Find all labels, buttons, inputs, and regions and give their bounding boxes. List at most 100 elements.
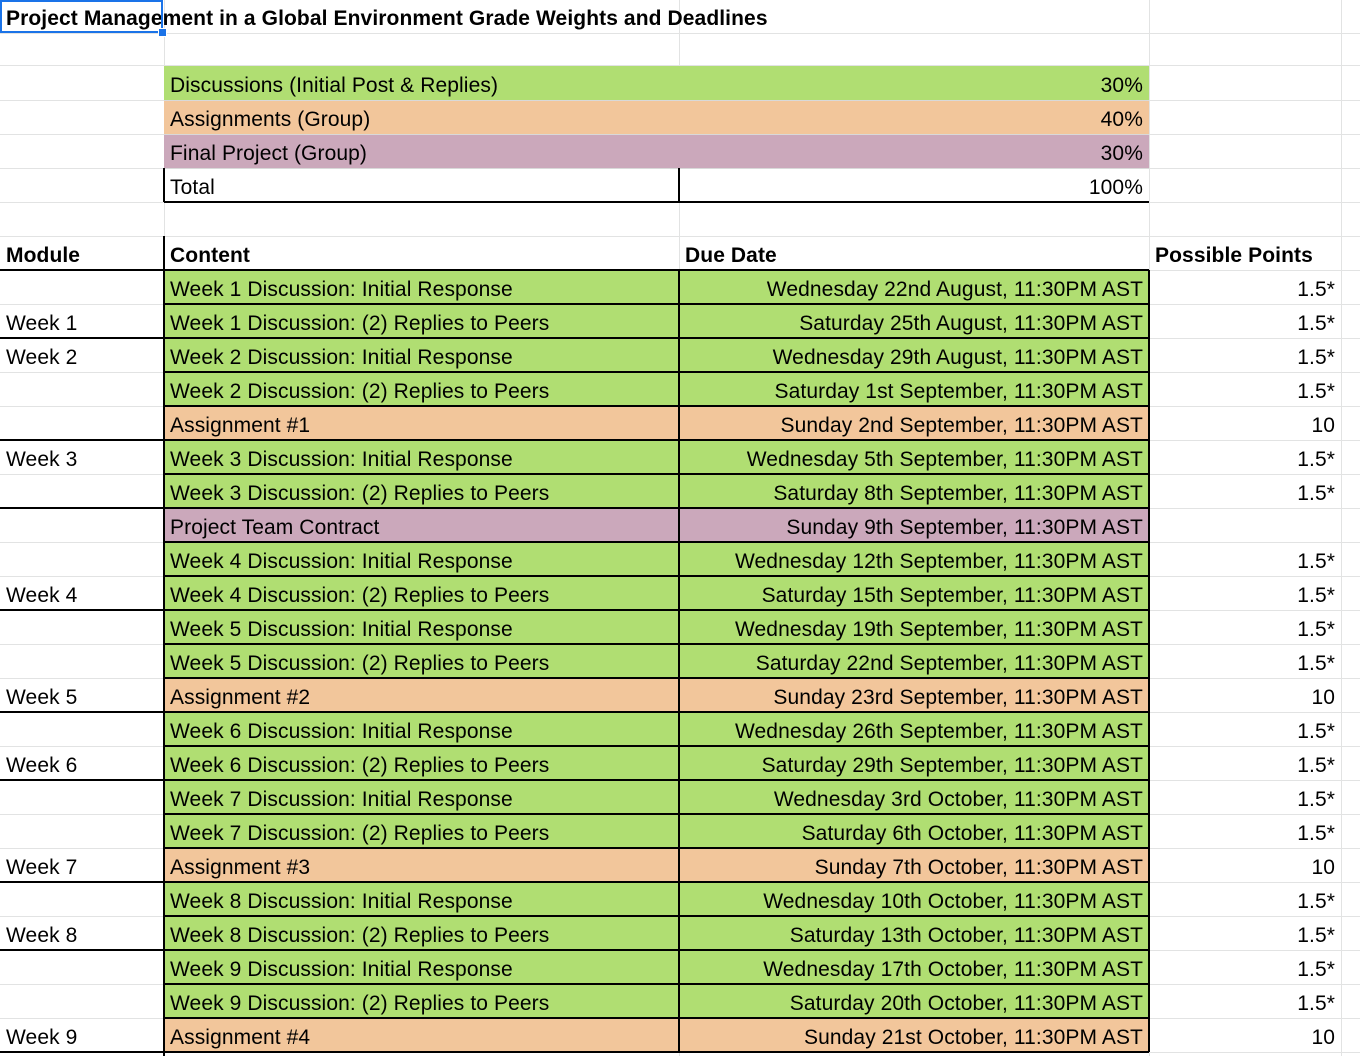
points-cell[interactable]: 1.5*	[1149, 950, 1341, 984]
content-cell[interactable]: Assignment #3	[164, 848, 679, 882]
module-cell[interactable]: Week 4	[0, 576, 164, 610]
module-cell[interactable]	[0, 406, 164, 440]
points-cell[interactable]: 1.5*	[1149, 440, 1341, 474]
module-cell[interactable]	[0, 610, 164, 644]
module-cell[interactable]	[0, 712, 164, 746]
points-cell[interactable]: 1.5*	[1149, 984, 1341, 1018]
points-cell[interactable]	[1149, 508, 1341, 542]
content-cell[interactable]: Project Team Contract	[164, 508, 679, 542]
due-date-cell[interactable]: Sunday 2nd September, 11:30PM AST	[679, 406, 1149, 440]
due-date-cell[interactable]: Wednesday 26th September, 11:30PM AST	[679, 712, 1149, 746]
module-cell[interactable]	[0, 950, 164, 984]
module-cell[interactable]	[0, 474, 164, 508]
points-cell[interactable]: 10	[1149, 848, 1341, 882]
points-cell[interactable]: 1.5*	[1149, 372, 1341, 406]
points-cell[interactable]: 1.5*	[1149, 882, 1341, 916]
content-cell[interactable]: Week 6 Discussion: (2) Replies to Peers	[164, 746, 679, 780]
weight-label[interactable]: Final Project (Group)	[164, 134, 679, 168]
points-cell[interactable]: 10	[1149, 678, 1341, 712]
points-cell[interactable]: 1.5*	[1149, 712, 1341, 746]
points-cell[interactable]: 1.5*	[1149, 644, 1341, 678]
content-cell[interactable]: Week 4 Discussion: Initial Response	[164, 542, 679, 576]
module-cell[interactable]	[0, 542, 164, 576]
due-date-cell[interactable]: Saturday 15th September, 11:30PM AST	[679, 576, 1149, 610]
content-cell[interactable]: Week 6 Discussion: Initial Response	[164, 712, 679, 746]
weight-label[interactable]: Assignments (Group)	[164, 100, 679, 134]
module-cell[interactable]: Week 3	[0, 440, 164, 474]
content-cell[interactable]: Week 8 Discussion: Initial Response	[164, 882, 679, 916]
module-cell[interactable]	[0, 508, 164, 542]
points-cell[interactable]: 1.5*	[1149, 916, 1341, 950]
content-cell[interactable]: Week 4 Discussion: (2) Replies to Peers	[164, 576, 679, 610]
content-cell[interactable]: Week 2 Discussion: Initial Response	[164, 338, 679, 372]
content-cell[interactable]: Week 3 Discussion: (2) Replies to Peers	[164, 474, 679, 508]
module-cell[interactable]	[0, 372, 164, 406]
header-content[interactable]: Content	[164, 236, 679, 270]
module-cell[interactable]: Week 5	[0, 678, 164, 712]
weight-label[interactable]: Total	[164, 168, 679, 202]
header-due-date[interactable]: Due Date	[679, 236, 1149, 270]
points-cell[interactable]: 1.5*	[1149, 746, 1341, 780]
points-cell[interactable]: 1.5*	[1149, 270, 1341, 304]
points-cell[interactable]: 1.5*	[1149, 474, 1341, 508]
content-cell[interactable]: Assignment #1	[164, 406, 679, 440]
content-cell[interactable]: Week 5 Discussion: Initial Response	[164, 610, 679, 644]
points-cell[interactable]: 1.5*	[1149, 814, 1341, 848]
due-date-cell[interactable]: Sunday 23rd September, 11:30PM AST	[679, 678, 1149, 712]
due-date-cell[interactable]: Sunday 9th September, 11:30PM AST	[679, 508, 1149, 542]
module-cell[interactable]: Week 8	[0, 916, 164, 950]
due-date-cell[interactable]: Sunday 21st October, 11:30PM AST	[679, 1018, 1149, 1052]
weight-label[interactable]: Discussions (Initial Post & Replies)	[164, 66, 679, 100]
points-cell[interactable]: 10	[1149, 406, 1341, 440]
content-cell[interactable]: Assignment #2	[164, 678, 679, 712]
due-date-cell[interactable]: Wednesday 29th August, 11:30PM AST	[679, 338, 1149, 372]
due-date-cell[interactable]: Wednesday 3rd October, 11:30PM AST	[679, 780, 1149, 814]
module-cell[interactable]	[0, 984, 164, 1018]
content-cell[interactable]: Assignment #4	[164, 1018, 679, 1052]
content-cell[interactable]: Week 9 Discussion: Initial Response	[164, 950, 679, 984]
due-date-cell[interactable]: Saturday 20th October, 11:30PM AST	[679, 984, 1149, 1018]
content-cell[interactable]: Week 7 Discussion: Initial Response	[164, 780, 679, 814]
content-cell[interactable]: Week 9 Discussion: (2) Replies to Peers	[164, 984, 679, 1018]
weight-value[interactable]: 40%	[679, 100, 1149, 134]
points-cell[interactable]: 1.5*	[1149, 338, 1341, 372]
module-cell[interactable]	[0, 780, 164, 814]
weight-value[interactable]: 30%	[679, 66, 1149, 100]
module-cell[interactable]	[0, 270, 164, 304]
weight-value[interactable]: 100%	[679, 168, 1149, 202]
module-cell[interactable]: Week 9	[0, 1018, 164, 1052]
module-cell[interactable]	[0, 644, 164, 678]
spreadsheet-grid[interactable]: Project Management in a Global Environme…	[0, 0, 1360, 1056]
due-date-cell[interactable]: Saturday 1st September, 11:30PM AST	[679, 372, 1149, 406]
module-cell[interactable]: Week 2	[0, 338, 164, 372]
module-cell[interactable]: Week 6	[0, 746, 164, 780]
points-cell[interactable]: 1.5*	[1149, 610, 1341, 644]
due-date-cell[interactable]: Wednesday 5th September, 11:30PM AST	[679, 440, 1149, 474]
content-cell[interactable]: Week 1 Discussion: Initial Response	[164, 270, 679, 304]
due-date-cell[interactable]: Saturday 6th October, 11:30PM AST	[679, 814, 1149, 848]
points-cell[interactable]: 10	[1149, 1018, 1341, 1052]
module-cell[interactable]	[0, 882, 164, 916]
header-module[interactable]: Module	[0, 236, 164, 270]
points-cell[interactable]: 1.5*	[1149, 780, 1341, 814]
due-date-cell[interactable]: Saturday 13th October, 11:30PM AST	[679, 916, 1149, 950]
module-cell[interactable]: Week 1	[0, 304, 164, 338]
content-cell[interactable]: Week 7 Discussion: (2) Replies to Peers	[164, 814, 679, 848]
content-cell[interactable]: Week 2 Discussion: (2) Replies to Peers	[164, 372, 679, 406]
header-possible-points[interactable]: Possible Points	[1149, 236, 1360, 270]
module-cell[interactable]: Week 7	[0, 848, 164, 882]
due-date-cell[interactable]: Saturday 29th September, 11:30PM AST	[679, 746, 1149, 780]
points-cell[interactable]: 1.5*	[1149, 304, 1341, 338]
points-cell[interactable]: 1.5*	[1149, 542, 1341, 576]
content-cell[interactable]: Week 3 Discussion: Initial Response	[164, 440, 679, 474]
module-cell[interactable]	[0, 814, 164, 848]
weight-value[interactable]: 30%	[679, 134, 1149, 168]
fill-handle[interactable]	[158, 28, 167, 37]
due-date-cell[interactable]: Wednesday 22nd August, 11:30PM AST	[679, 270, 1149, 304]
content-cell[interactable]: Week 5 Discussion: (2) Replies to Peers	[164, 644, 679, 678]
due-date-cell[interactable]: Wednesday 10th October, 11:30PM AST	[679, 882, 1149, 916]
content-cell[interactable]: Week 8 Discussion: (2) Replies to Peers	[164, 916, 679, 950]
content-cell[interactable]: Week 1 Discussion: (2) Replies to Peers	[164, 304, 679, 338]
due-date-cell[interactable]: Saturday 8th September, 11:30PM AST	[679, 474, 1149, 508]
due-date-cell[interactable]: Sunday 7th October, 11:30PM AST	[679, 848, 1149, 882]
